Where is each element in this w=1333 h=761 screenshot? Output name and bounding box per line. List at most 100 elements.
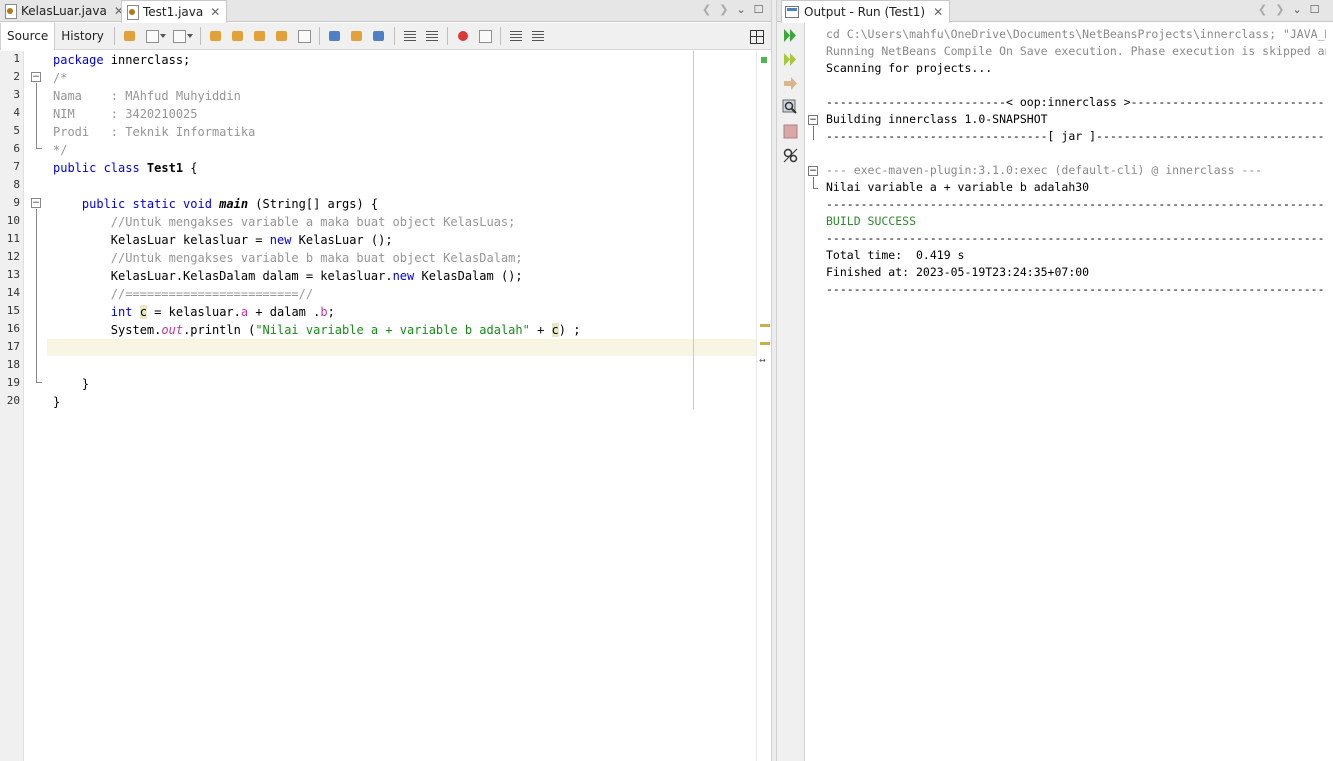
code-line-5: Prodi : Teknik Informatika	[53, 125, 256, 139]
variable: c	[139, 305, 147, 319]
caret-position-icon: ↔	[759, 356, 766, 365]
output-side-toolbar	[777, 23, 805, 761]
code-line-19: }	[53, 377, 90, 391]
scroll-left-icon[interactable]: ❮	[1258, 3, 1267, 16]
tab-test1-java[interactable]: Test1.java ✕	[121, 0, 228, 23]
line-number-gutter: 1 2 3 4 5 6 7 8 9 10 11 12 13 14 15 16 1…	[0, 51, 24, 761]
maximize-icon[interactable]: ☐	[1310, 3, 1320, 16]
occurrence-mark[interactable]	[760, 342, 770, 345]
field: b	[320, 305, 328, 319]
find-next-icon[interactable]	[252, 28, 268, 44]
code-line-3: Nama : MAhfud Muhyiddin	[53, 89, 241, 103]
code-text: (String[] args) {	[248, 197, 379, 211]
code-line-12: //Untuk mengakses variable b maka buat o…	[53, 251, 523, 265]
output-line: ----------------------------------------…	[826, 197, 1326, 211]
code-line-9: public static void main (String[] args) …	[53, 195, 378, 213]
line-number: 10	[6, 214, 20, 227]
collapse-comment-icon[interactable]: −	[31, 72, 41, 82]
scroll-right-icon[interactable]: ❯	[1275, 3, 1284, 16]
keyword: public static void	[53, 197, 212, 211]
find-icon[interactable]	[208, 28, 224, 44]
close-icon[interactable]: ✕	[210, 5, 220, 19]
find-previous-icon[interactable]	[230, 28, 246, 44]
output-line: Scanning for projects...	[826, 61, 993, 75]
line-number: 19	[6, 376, 20, 389]
next-bookmark-icon[interactable]	[349, 28, 365, 44]
rerun-icon[interactable]	[782, 27, 799, 44]
line-number: 16	[6, 322, 20, 335]
code-text: KelasLuar ();	[291, 233, 393, 247]
history-tab-button[interactable]: History	[55, 23, 110, 50]
scroll-left-icon[interactable]: ❮	[702, 3, 711, 16]
toolbar-separator	[199, 27, 201, 45]
output-line: Running NetBeans Compile On Save executi…	[826, 44, 1326, 58]
code-text: KelasDalam ();	[414, 269, 523, 283]
back-icon[interactable]	[144, 28, 166, 44]
start-macro-recording-icon[interactable]	[455, 28, 471, 44]
editor-pane: KelasLuar.java ✕ Test1.java ✕ ❮ ❯ ⌄ ☐ So…	[0, 0, 771, 761]
uncomment-icon[interactable]	[530, 28, 546, 44]
line-number: 12	[6, 250, 20, 263]
tab-label: Output - Run (Test1)	[804, 5, 926, 19]
line-number: 15	[6, 304, 20, 317]
build-status: BUILD SUCCESS	[826, 214, 917, 228]
toggle-bookmark-icon[interactable]	[371, 28, 387, 44]
settings-icon[interactable]	[782, 147, 799, 164]
toolbar-separator	[446, 27, 448, 45]
toolbar-separator	[499, 27, 501, 45]
last-edit-icon[interactable]	[122, 28, 138, 44]
fold-guide	[36, 83, 37, 149]
search-icon[interactable]	[782, 99, 799, 116]
maximize-icon[interactable]: ☐	[754, 3, 764, 16]
collapse-output-icon[interactable]: −	[808, 115, 818, 125]
string-literal: "Nilai variable a + variable b adalah"	[255, 323, 530, 337]
chevron-down-icon[interactable]: ⌄	[736, 3, 745, 16]
collapse-output-icon[interactable]: −	[808, 166, 818, 176]
code-line-14: //========================//	[53, 287, 314, 301]
output-line: --------------------------------[ jar ]-…	[826, 129, 1326, 143]
error-stripe[interactable]: ↔	[756, 51, 771, 761]
line-number: 14	[6, 286, 20, 299]
ok-status-icon	[761, 57, 767, 63]
shift-right-icon[interactable]	[424, 28, 440, 44]
fold-guide	[36, 209, 37, 383]
stop-macro-recording-icon[interactable]	[477, 28, 493, 44]
code-text: +	[529, 323, 552, 337]
shift-left-icon[interactable]	[402, 28, 418, 44]
fold-guide	[813, 177, 814, 188]
rectangular-selection-icon[interactable]	[296, 28, 312, 44]
java-file-icon	[4, 4, 17, 19]
toolbar-separator	[318, 27, 320, 45]
toggle-highlight-icon[interactable]	[274, 28, 290, 44]
stop-icon[interactable]	[782, 123, 799, 140]
code-editor[interactable]: package innerclass; /* Nama : MAhfud Muh…	[47, 51, 763, 761]
keyword: new	[392, 269, 415, 283]
toolbar-separator	[113, 27, 115, 45]
code-line-20: }	[53, 395, 61, 409]
forward-icon[interactable]	[171, 28, 193, 44]
comment-icon[interactable]	[508, 28, 524, 44]
tab-kelasluar-java[interactable]: KelasLuar.java ✕	[0, 0, 130, 22]
close-icon[interactable]: ✕	[933, 5, 943, 19]
rerun-with-params-icon[interactable]	[782, 51, 799, 68]
collapse-method-icon[interactable]: −	[31, 198, 41, 208]
output-line: ----------------------------------------…	[826, 231, 1326, 245]
source-tab-button[interactable]: Source	[0, 22, 56, 50]
occurrence-mark[interactable]	[760, 324, 770, 327]
code-text: innerclass;	[103, 53, 191, 67]
arrow-right-icon[interactable]	[782, 75, 799, 92]
tab-nav-controls: ❮ ❯ ⌄ ☐	[702, 3, 764, 16]
chevron-down-icon[interactable]: ⌄	[1292, 3, 1301, 16]
line-number: 6	[13, 142, 20, 155]
output-console[interactable]: cd C:\Users\mahfu\OneDrive\Documents\Net…	[821, 26, 1326, 761]
previous-bookmark-icon[interactable]	[327, 28, 343, 44]
fold-guide	[813, 126, 814, 140]
java-file-icon	[126, 5, 139, 20]
output-line: ----------------------------------------…	[826, 282, 1326, 296]
tab-label: Test1.java	[143, 5, 204, 19]
tab-output-run[interactable]: Output - Run (Test1) ✕	[781, 0, 951, 23]
scroll-right-icon[interactable]: ❯	[719, 3, 728, 16]
split-editor-icon[interactable]	[748, 28, 764, 44]
tab-label: KelasLuar.java	[21, 4, 107, 18]
total-time: Total time: 0.419 s	[826, 248, 965, 262]
